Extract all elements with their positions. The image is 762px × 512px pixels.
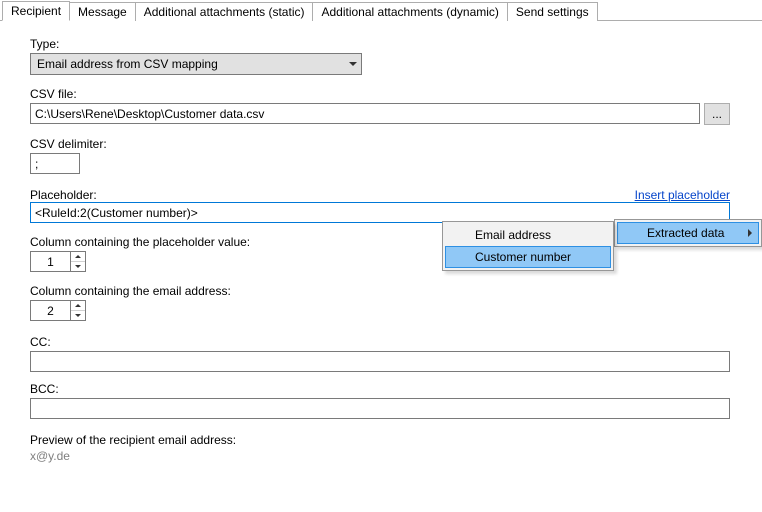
insert-placeholder-link[interactable]: Insert placeholder <box>635 188 730 202</box>
bcc-input[interactable] <box>30 398 730 419</box>
form-panel: Type: Email address from CSV mapping CSV… <box>0 21 762 473</box>
cc-input[interactable] <box>30 351 730 372</box>
menu-item-extracted-data[interactable]: Extracted data <box>617 222 759 244</box>
menu-item-customer-number[interactable]: Customer number <box>445 246 611 268</box>
tab-bar: Recipient Message Additional attachments… <box>0 0 762 21</box>
spin-down-icon[interactable] <box>71 261 85 271</box>
col-email-input[interactable] <box>30 300 70 321</box>
bcc-label: BCC: <box>30 382 738 396</box>
col-placeholder-spinner[interactable] <box>30 251 738 272</box>
tab-attachments-dynamic[interactable]: Additional attachments (dynamic) <box>313 2 507 21</box>
chevron-down-icon <box>344 54 361 74</box>
preview-value: x@y.de <box>30 449 738 463</box>
spin-up-icon[interactable] <box>71 301 85 310</box>
spin-up-icon[interactable] <box>71 252 85 261</box>
tab-message[interactable]: Message <box>70 2 136 21</box>
browse-button[interactable]: ... <box>704 103 730 125</box>
cc-label: CC: <box>30 335 738 349</box>
col-placeholder-input[interactable] <box>30 251 70 272</box>
csv-delimiter-label: CSV delimiter: <box>30 137 738 151</box>
type-combobox[interactable]: Email address from CSV mapping <box>30 53 362 75</box>
tab-attachments-static[interactable]: Additional attachments (static) <box>136 2 314 21</box>
col-email-spinner[interactable] <box>30 300 738 321</box>
csv-file-input[interactable] <box>30 103 700 124</box>
csv-delimiter-input[interactable] <box>30 153 80 174</box>
context-menu-parent: Extracted data <box>614 219 762 247</box>
spin-down-icon[interactable] <box>71 310 85 320</box>
type-label: Type: <box>30 37 738 51</box>
tab-recipient[interactable]: Recipient <box>2 1 70 21</box>
preview-label: Preview of the recipient email address: <box>30 433 738 447</box>
context-menu-child: Email address Customer number <box>442 221 614 271</box>
tab-send-settings[interactable]: Send settings <box>508 2 598 21</box>
csv-file-label: CSV file: <box>30 87 738 101</box>
menu-item-email-address[interactable]: Email address <box>445 224 611 246</box>
placeholder-label: Placeholder: <box>30 188 97 202</box>
type-value: Email address from CSV mapping <box>31 57 344 71</box>
col-email-label: Column containing the email address: <box>30 284 738 298</box>
